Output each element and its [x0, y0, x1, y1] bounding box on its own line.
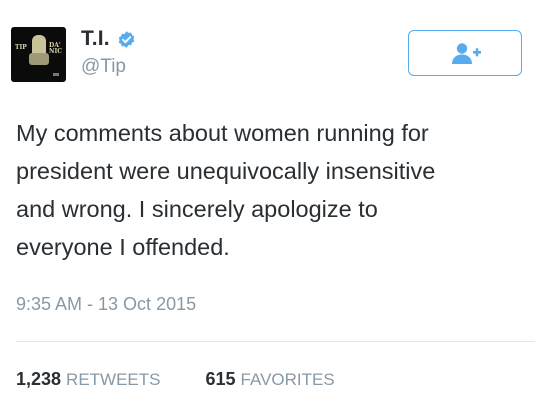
- avatar-figure-base: [29, 53, 49, 65]
- favorites-count: 615: [205, 369, 236, 389]
- avatar-text-right: DA' NIC: [49, 42, 63, 55]
- favorites-label: FAVORITES: [240, 370, 335, 389]
- tweet-text: My comments about women running for pres…: [16, 120, 436, 260]
- verified-badge-icon: [118, 30, 135, 48]
- add-user-icon: [452, 43, 481, 64]
- avatar-text-left: TIP: [15, 44, 27, 51]
- tweet-card: TIP DA' NIC T.I. @Tip My comments about …: [0, 0, 535, 404]
- divider: [16, 341, 535, 342]
- retweets-count: 1,238: [16, 369, 62, 389]
- retweets-stat[interactable]: 1,238 RETWEETS: [16, 369, 161, 390]
- author-name-row: T.I.: [81, 27, 136, 51]
- tweet-timestamp[interactable]: 9:35 AM - 13 Oct 2015: [16, 294, 196, 315]
- retweets-label: RETWEETS: [66, 370, 161, 389]
- avatar-label-tag: [53, 73, 59, 76]
- author-name[interactable]: T.I.: [81, 27, 110, 51]
- author-handle[interactable]: @Tip: [81, 56, 126, 78]
- tweet-stats: 1,238 RETWEETS 615 FAVORITES: [16, 369, 335, 390]
- follow-button[interactable]: [408, 30, 522, 76]
- avatar[interactable]: TIP DA' NIC: [11, 27, 66, 82]
- favorites-stat[interactable]: 615 FAVORITES: [206, 369, 335, 390]
